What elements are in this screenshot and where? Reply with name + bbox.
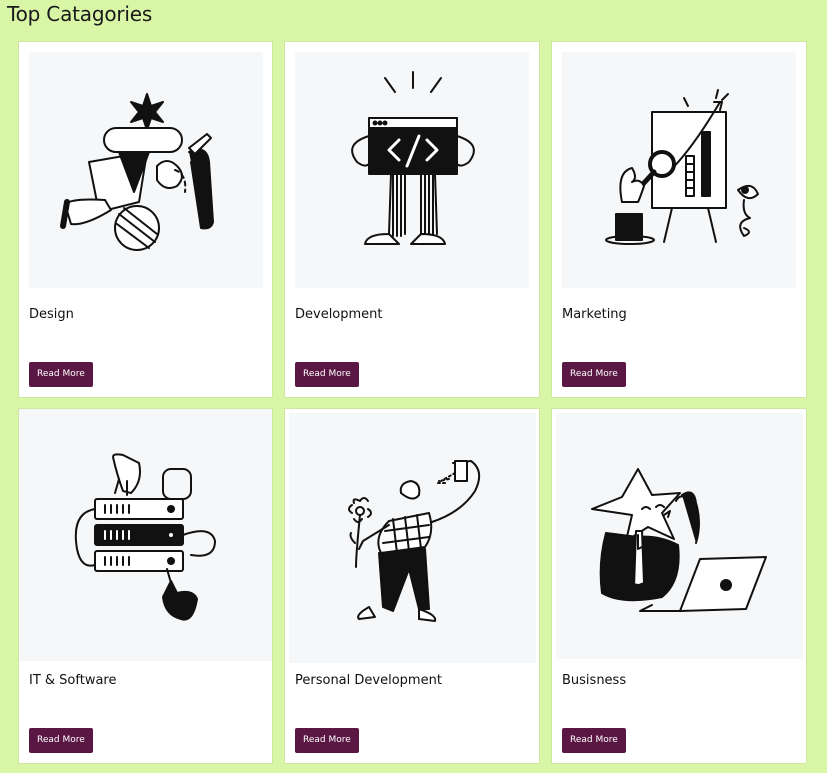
- card-title: Marketing: [562, 307, 627, 322]
- read-more-button[interactable]: Read More: [562, 362, 626, 387]
- category-card-development[interactable]: Development Read More: [284, 41, 540, 398]
- category-card-business[interactable]: Busisness Read More: [551, 408, 807, 764]
- category-card-it-software[interactable]: IT & Software Read More: [18, 408, 273, 764]
- person-with-flower-illustration-icon: [289, 413, 536, 663]
- design-illustration-icon: [29, 52, 263, 288]
- code-window-illustration-icon: [295, 52, 529, 288]
- read-more-button[interactable]: Read More: [29, 362, 93, 387]
- category-card-personal-development[interactable]: Personal Development Read More: [284, 408, 540, 764]
- read-more-button[interactable]: Read More: [29, 728, 93, 753]
- card-title: Busisness: [562, 673, 627, 688]
- card-title: Personal Development: [295, 673, 442, 688]
- page-title: Top Catagories: [7, 2, 153, 26]
- category-card-design[interactable]: Design Read More: [18, 41, 273, 398]
- card-title: Development: [295, 307, 383, 322]
- star-head-laptop-illustration-icon: [556, 413, 803, 659]
- card-title: IT & Software: [29, 673, 117, 688]
- read-more-button[interactable]: Read More: [562, 728, 626, 753]
- card-title: Design: [29, 307, 74, 322]
- category-card-marketing[interactable]: Marketing Read More: [551, 41, 807, 398]
- read-more-button[interactable]: Read More: [295, 728, 359, 753]
- marketing-chart-illustration-icon: [562, 52, 796, 288]
- read-more-button[interactable]: Read More: [295, 362, 359, 387]
- server-stack-illustration-icon: [19, 409, 272, 661]
